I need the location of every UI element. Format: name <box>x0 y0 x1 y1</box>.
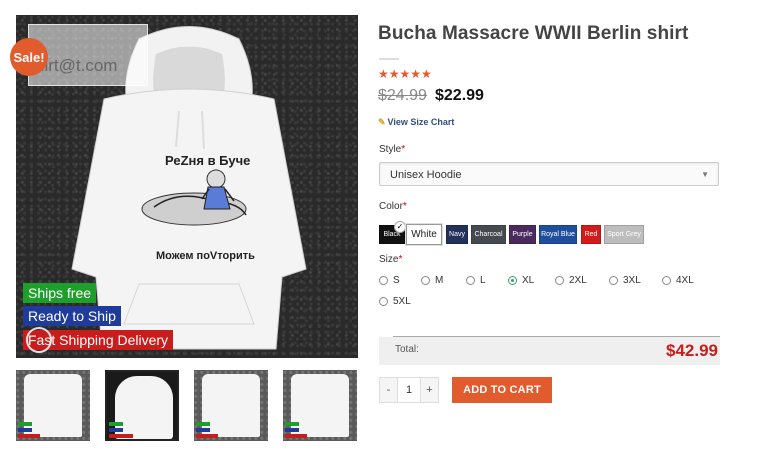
checkmark-icon: ✓ <box>394 221 406 233</box>
swatch-royal-blue[interactable]: Royal Blue <box>539 225 577 244</box>
swatch-sport-grey[interactable]: Sport Grey <box>604 225 644 244</box>
print-title-text: РеZня в Буче <box>165 153 251 168</box>
mini-tag <box>18 434 40 438</box>
required-mark: * <box>401 144 406 155</box>
quantity-input[interactable]: 1 <box>397 378 421 402</box>
pencil-icon: ✎ <box>378 117 386 127</box>
swatch-label: Royal Blue <box>541 231 575 238</box>
product-title: Bucha Massacre WWII Berlin shirt <box>378 23 689 44</box>
title-divider <box>379 58 399 60</box>
style-label-text: Style <box>379 144 402 155</box>
mini-tag <box>285 434 307 438</box>
color-label: Color* <box>379 201 407 212</box>
size-option-4xl[interactable]: 4XL <box>662 275 694 286</box>
total-label: Total: <box>395 344 419 355</box>
size-option-label: 3XL <box>623 275 641 286</box>
mini-tag <box>196 422 210 426</box>
thumbnail-shirt <box>202 374 260 437</box>
thumbnail-1[interactable] <box>16 370 90 441</box>
add-to-cart-button[interactable]: ADD TO CART <box>452 377 552 403</box>
mini-tag <box>285 422 299 426</box>
main-product-image[interactable]: РеZня в Буче Можем поVторить hirt@t.com … <box>16 15 358 358</box>
zoom-icon[interactable] <box>26 327 52 353</box>
size-option-m[interactable]: M <box>421 275 443 286</box>
radio-icon <box>466 276 475 285</box>
size-option-xl[interactable]: XL <box>508 275 534 286</box>
size-option-label: 2XL <box>569 275 587 286</box>
size-option-l[interactable]: L <box>466 275 486 286</box>
mini-tag <box>109 428 123 432</box>
mini-tag <box>109 434 133 438</box>
quantity-decrease-button[interactable]: - <box>380 378 398 402</box>
swatch-label: Red <box>584 231 598 238</box>
sale-badge: Sale! <box>10 38 48 76</box>
size-label-text: Size <box>379 254 399 265</box>
swatch-purple[interactable]: Purple <box>509 225 536 244</box>
radio-icon <box>609 276 618 285</box>
radio-icon <box>379 276 388 285</box>
thumbnail-hoodie <box>115 376 173 439</box>
size-option-label: 5XL <box>393 296 411 307</box>
sale-price: $22.99 <box>435 87 484 104</box>
size-option-label: 4XL <box>676 275 694 286</box>
radio-checked-icon <box>508 276 517 285</box>
chevron-down-icon: ▼ <box>701 170 709 179</box>
total-amount: $42.99 <box>666 341 718 360</box>
radio-icon <box>662 276 671 285</box>
thumbnail-3[interactable] <box>194 370 268 441</box>
size-option-label: M <box>435 275 444 286</box>
size-option-s[interactable]: S <box>379 275 400 286</box>
swatch-white[interactable]: White <box>406 224 442 245</box>
size-option-2xl[interactable]: 2XL <box>555 275 587 286</box>
swatch-black[interactable]: Black ✓ <box>379 221 406 244</box>
ships-free-tag: Ships free <box>23 283 97 303</box>
required-mark: * <box>402 201 407 212</box>
size-option-label: S <box>393 275 400 286</box>
ready-to-ship-tag: Ready to Ship <box>23 306 121 326</box>
radio-icon <box>421 276 430 285</box>
mini-tag <box>18 422 32 426</box>
mini-tag <box>196 434 218 438</box>
swatch-label: Sport Grey <box>607 231 641 238</box>
thumbnail-4[interactable] <box>283 370 357 441</box>
size-option-3xl[interactable]: 3XL <box>609 275 641 286</box>
size-label: Size* <box>379 254 402 265</box>
swatch-label: Navy <box>449 231 465 238</box>
mini-tag <box>18 428 32 432</box>
swatch-navy[interactable]: Navy <box>446 225 468 244</box>
radio-icon <box>379 297 388 306</box>
quantity-stepper: - 1 + <box>379 377 439 403</box>
size-option-label: XL <box>522 275 535 286</box>
required-mark: * <box>398 254 403 265</box>
mini-tag <box>285 428 299 432</box>
old-price: $24.99 <box>378 87 427 104</box>
radio-icon <box>555 276 564 285</box>
swatch-label: Purple <box>512 231 533 238</box>
thumbnail-shirt <box>24 374 82 437</box>
style-label: Style* <box>379 144 405 155</box>
style-select[interactable]: Unisex Hoodie ▼ <box>379 162 719 186</box>
mini-tag <box>196 428 210 432</box>
thumbnail-shirt <box>291 374 349 437</box>
total-box: Total: $42.99 <box>379 337 720 365</box>
print-caption-text: Можем поVторить <box>156 250 255 262</box>
color-label-text: Color <box>379 201 403 212</box>
size-option-5xl[interactable]: 5XL <box>379 296 411 307</box>
quantity-increase-button[interactable]: + <box>420 378 438 402</box>
size-chart-link[interactable]: ✎ View Size Chart <box>378 117 454 128</box>
rating-stars: ★★★★★ <box>378 67 432 81</box>
mini-tag <box>109 422 123 426</box>
swatch-label: Charcoal <box>474 231 503 238</box>
thumbnail-2[interactable] <box>105 370 179 441</box>
size-option-label: L <box>480 275 486 286</box>
swatch-label: White <box>411 229 437 240</box>
style-select-value: Unisex Hoodie <box>390 169 462 181</box>
size-chart-label: View Size Chart <box>387 117 455 127</box>
swatch-charcoal[interactable]: Charcoal <box>471 225 506 244</box>
swatch-red[interactable]: Red <box>581 225 601 244</box>
